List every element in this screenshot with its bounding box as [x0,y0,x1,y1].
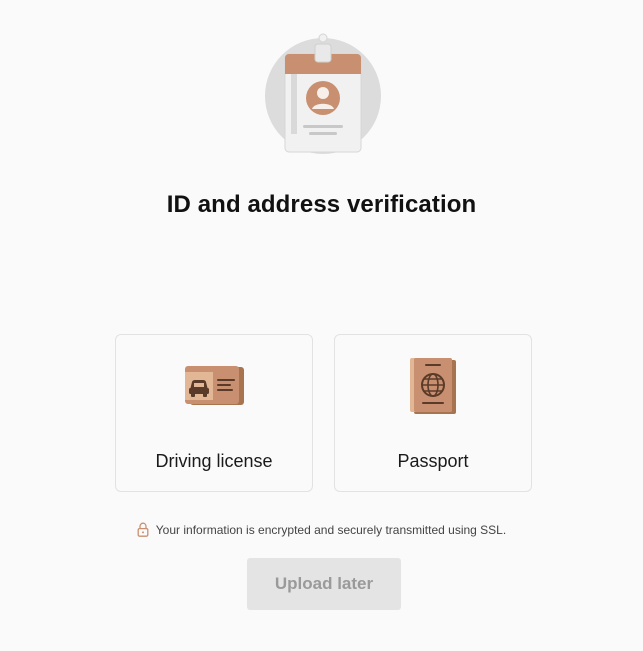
security-note-text: Your information is encrypted and secure… [155,522,507,537]
option-label-passport: Passport [397,451,469,471]
id-badge-icon [265,33,381,154]
passport-option[interactable]: Passport [334,334,532,492]
id-badge-illustration [265,32,381,154]
driving-license-icon [185,366,244,405]
passport-icon [410,358,456,414]
page-title: ID and address verification [166,191,477,218]
option-label-driving-license: Driving license [155,451,273,471]
lock-icon [137,522,149,537]
upload-later-button[interactable]: Upload later [247,558,401,610]
security-note: Your information is encrypted and secure… [0,522,643,537]
driving-license-option[interactable]: Driving license [115,334,313,492]
